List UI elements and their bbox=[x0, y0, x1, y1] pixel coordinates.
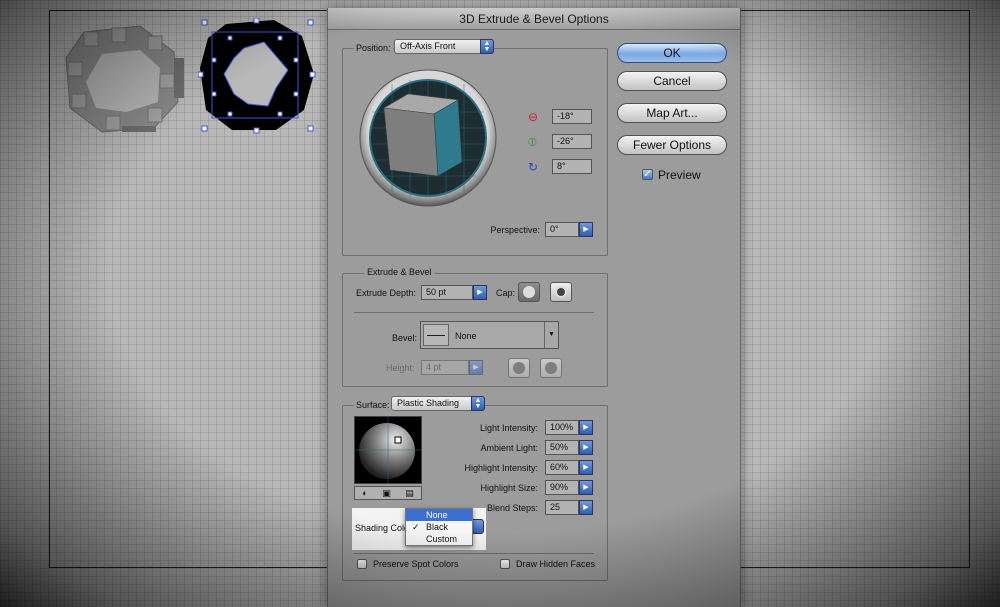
light-intensity-arrow-icon[interactable]: ▶ bbox=[579, 420, 593, 435]
shading-color-dropdown: None ✓ Black Custom bbox=[405, 508, 473, 546]
light-intensity-value: 100% bbox=[550, 422, 574, 432]
highlight-size-arrow-icon[interactable]: ▶ bbox=[579, 480, 593, 495]
light-intensity-field[interactable]: 100% ▶ bbox=[545, 420, 593, 435]
rotate-z-value: 8° bbox=[557, 161, 566, 171]
preserve-spot-label: Preserve Spot Colors bbox=[373, 559, 459, 569]
shading-option-custom[interactable]: Custom bbox=[406, 533, 472, 545]
perspective-label: Perspective: bbox=[490, 225, 540, 235]
shading-option-black[interactable]: ✓ Black bbox=[406, 521, 472, 533]
rotate-x-value: -18° bbox=[557, 111, 574, 121]
bevel-in-icon bbox=[545, 362, 557, 374]
blend-steps-arrow-icon[interactable]: ▶ bbox=[579, 500, 593, 515]
blend-steps-value: 25 bbox=[550, 502, 561, 512]
lighting-sphere-icon bbox=[355, 417, 421, 483]
dialog-title: 3D Extrude & Bevel Options bbox=[328, 8, 740, 30]
new-light-icon[interactable]: ▣ bbox=[382, 488, 391, 499]
cap-on-button[interactable] bbox=[518, 282, 540, 302]
divider bbox=[354, 553, 594, 554]
divider bbox=[354, 312, 594, 313]
extruded-ring-shape[interactable] bbox=[62, 22, 190, 134]
cap-label: Cap: bbox=[496, 288, 516, 298]
move-light-back-icon[interactable]: ◐ bbox=[362, 488, 367, 498]
highlight-size-field[interactable]: 90% ▶ bbox=[545, 480, 593, 495]
extrude-depth-value: 50 pt bbox=[426, 287, 447, 297]
extrude-depth-field[interactable]: 50 pt ▶ bbox=[421, 285, 487, 300]
perspective-field[interactable]: 0° ▶ bbox=[545, 222, 593, 237]
trash-icon[interactable]: ▤ bbox=[405, 488, 414, 499]
rotate-y-field[interactable]: -26° bbox=[552, 134, 592, 149]
bevel-out-icon bbox=[513, 362, 525, 374]
draw-hidden-label: Draw Hidden Faces bbox=[516, 559, 596, 569]
bevel-label: Bevel: bbox=[392, 333, 418, 343]
cap-off-icon bbox=[555, 286, 567, 298]
perspective-arrow-icon[interactable]: ▶ bbox=[579, 222, 593, 237]
highlight-intensity-field[interactable]: 60% ▶ bbox=[545, 460, 593, 475]
shading-color-select[interactable] bbox=[472, 519, 484, 534]
height-arrow-icon[interactable]: ▶ bbox=[469, 360, 483, 375]
height-field[interactable]: 4 pt ▶ bbox=[421, 360, 483, 375]
chevron-updown-icon: ▲ ▼ bbox=[480, 39, 494, 54]
blend-steps-field[interactable]: 25 ▶ bbox=[545, 500, 593, 515]
light-intensity-label: Light Intensity: bbox=[479, 423, 538, 433]
lighting-sphere-preview[interactable] bbox=[354, 416, 422, 484]
map-art-button[interactable]: Map Art... bbox=[617, 103, 727, 123]
ambient-light-arrow-icon[interactable]: ▶ bbox=[579, 440, 593, 455]
rotate-x-icon: ⊖ bbox=[528, 110, 539, 124]
bevel-out-button[interactable] bbox=[508, 358, 530, 378]
preview-label: Preview bbox=[658, 168, 701, 182]
ambient-light-field[interactable]: 50% ▶ bbox=[545, 440, 593, 455]
track-cube-widget[interactable] bbox=[358, 68, 498, 208]
rotate-x-field[interactable]: -18° bbox=[552, 109, 592, 124]
extrude-bevel-group-title: Extrude & Bevel bbox=[364, 267, 435, 277]
bevel-select[interactable]: None ▼ bbox=[420, 321, 559, 349]
highlight-intensity-arrow-icon[interactable]: ▶ bbox=[579, 460, 593, 475]
rotate-z-field[interactable]: 8° bbox=[552, 159, 592, 174]
highlight-intensity-label: Highlight Intensity: bbox=[464, 463, 538, 473]
preserve-spot-checkbox[interactable] bbox=[357, 559, 367, 569]
rotate-y-value: -26° bbox=[557, 136, 574, 146]
ambient-light-label: Ambient Light: bbox=[480, 443, 538, 453]
extrude-depth-label: Extrude Depth: bbox=[356, 288, 417, 298]
position-preset-select[interactable]: Off-Axis Front ▲ ▼ bbox=[394, 39, 494, 54]
surface-value: Plastic Shading bbox=[397, 398, 460, 408]
position-label: Position: bbox=[354, 43, 393, 53]
rotate-y-icon: ⦶ bbox=[528, 135, 537, 149]
ok-button[interactable]: OK bbox=[617, 43, 727, 63]
cap-on-icon bbox=[523, 286, 535, 298]
ambient-light-value: 50% bbox=[550, 442, 569, 452]
highlight-size-label: Highlight Size: bbox=[480, 483, 538, 493]
surface-select[interactable]: Plastic Shading ▲ ▼ bbox=[391, 396, 485, 411]
height-label: Height: bbox=[386, 363, 415, 373]
extrude-bevel-dialog: 3D Extrude & Bevel Options Position: Off… bbox=[327, 8, 741, 607]
light-controls-bar: ◐ ▣ ▤ bbox=[354, 486, 422, 500]
highlight-intensity-value: 60% bbox=[550, 462, 569, 472]
shading-option-none[interactable]: None bbox=[406, 509, 472, 521]
preview-checkbox[interactable]: ✓ bbox=[642, 169, 653, 180]
bevel-in-button[interactable] bbox=[540, 358, 562, 378]
draw-hidden-checkbox[interactable] bbox=[500, 559, 510, 569]
perspective-value: 0° bbox=[550, 224, 559, 234]
rotate-z-icon: ↻ bbox=[528, 160, 539, 174]
checkmark-icon: ✓ bbox=[412, 522, 420, 532]
chevron-updown-icon: ▲ ▼ bbox=[471, 396, 485, 411]
height-value: 4 pt bbox=[426, 362, 442, 372]
chevron-down-icon: ▼ bbox=[544, 322, 558, 348]
bevel-preview-icon bbox=[423, 324, 449, 346]
bevel-value: None bbox=[455, 331, 477, 341]
highlight-size-value: 90% bbox=[550, 482, 569, 492]
cancel-button[interactable]: Cancel bbox=[617, 71, 727, 91]
fewer-options-button[interactable]: Fewer Options bbox=[617, 135, 727, 155]
extrude-depth-arrow-icon[interactable]: ▶ bbox=[473, 285, 487, 300]
selected-shape[interactable] bbox=[198, 18, 318, 134]
shading-color-label: Shading Colo bbox=[355, 523, 410, 533]
position-preset-value: Off-Axis Front bbox=[400, 41, 456, 51]
cap-off-button[interactable] bbox=[550, 282, 572, 302]
surface-label: Surface: bbox=[354, 400, 392, 410]
